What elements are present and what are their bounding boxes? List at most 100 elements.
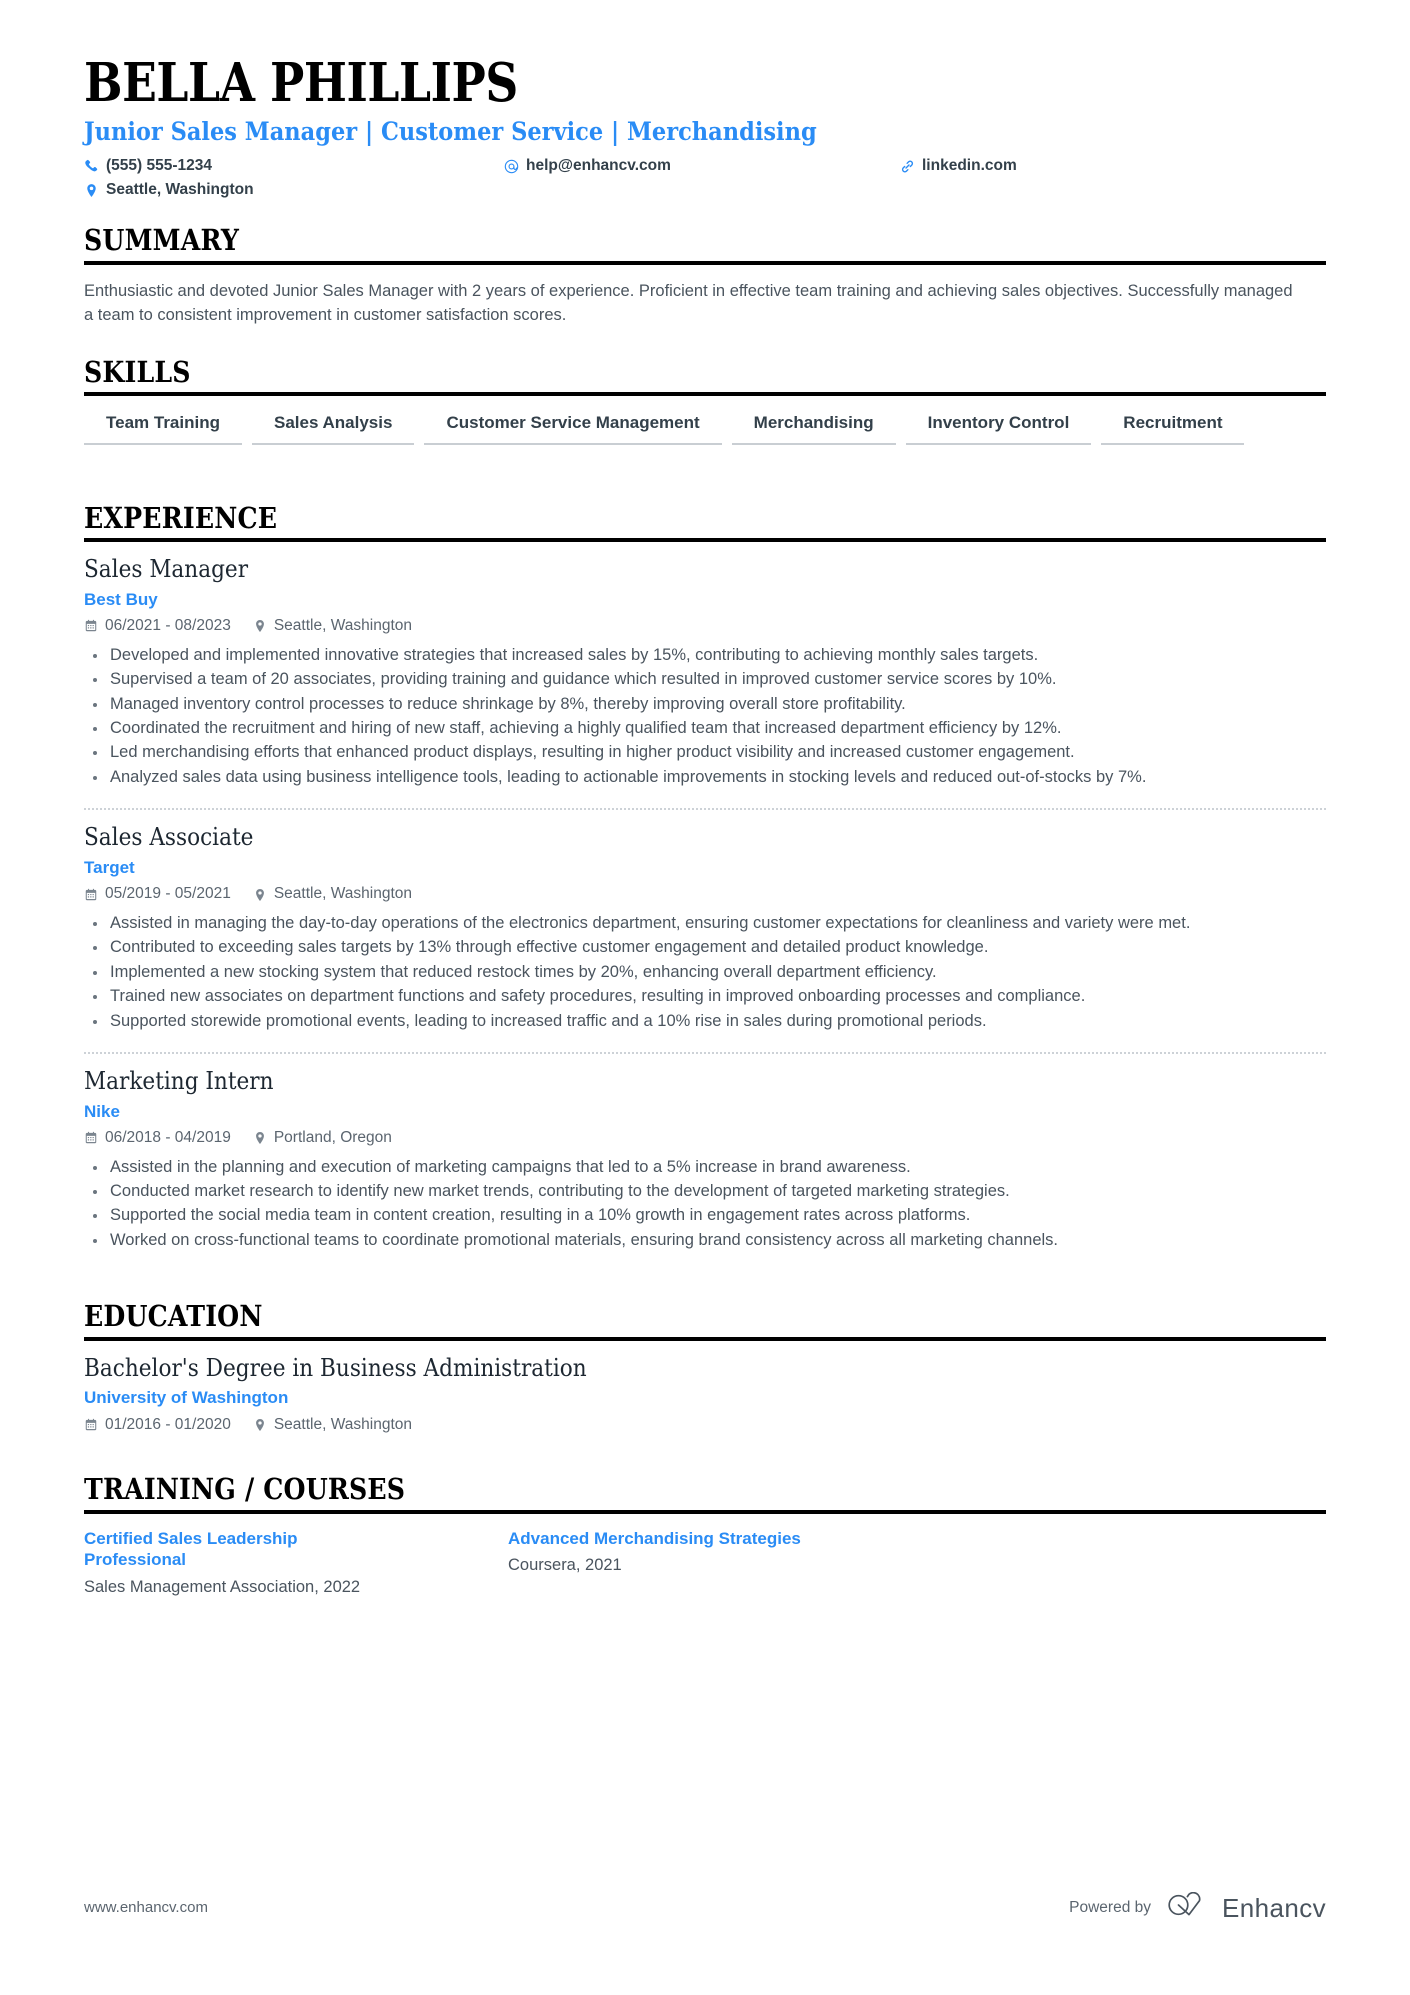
experience-entry: Marketing Intern Nike 06/2018 - 04/2019 … <box>84 1051 1326 1261</box>
contact-row-secondary: Seattle, Washington <box>84 181 1326 200</box>
experience-entry: Sales Manager Best Buy 06/2021 - 08/2023… <box>84 556 1326 798</box>
job-company[interactable]: Best Buy <box>84 590 1326 610</box>
course-entry: Certified Sales Leadership Professional … <box>84 1528 508 1598</box>
bullet-item: Led merchandising efforts that enhanced … <box>84 741 1325 764</box>
school-name[interactable]: University of Washington <box>84 1388 1326 1408</box>
job-location-text: Portland, Oregon <box>273 1128 392 1146</box>
experience-entry: Sales Associate Target 05/2019 - 05/2021… <box>84 808 1326 1042</box>
job-bullets: Developed and implemented innovative str… <box>84 644 1326 790</box>
phone-icon <box>84 159 99 174</box>
section-title-education: EDUCATION <box>84 1299 263 1334</box>
education-location-text: Seattle, Washington <box>273 1415 412 1433</box>
job-dates-text: 06/2018 - 04/2019 <box>105 1128 231 1146</box>
job-company[interactable]: Nike <box>84 1102 1326 1122</box>
job-dates: 06/2021 - 08/2023 <box>84 617 231 636</box>
job-title: Sales Manager <box>84 555 249 584</box>
job-bullets: Assisted in managing the day-to-day oper… <box>84 912 1326 1033</box>
education-location: Seattle, Washington <box>253 1416 412 1435</box>
bullet-item: Supervised a team of 20 associates, prov… <box>84 668 1325 691</box>
candidate-headline: Junior Sales Manager | Customer Service … <box>84 116 817 146</box>
education-entry: Bachelor's Degree in Business Administra… <box>84 1353 1326 1435</box>
section-divider <box>84 1336 1326 1341</box>
location-pin-icon <box>253 619 267 633</box>
job-meta: 06/2018 - 04/2019 Portland, Oregon <box>84 1129 1326 1148</box>
email-icon <box>504 159 519 174</box>
bullet-item: Analyzed sales data using business intel… <box>84 766 1325 789</box>
summary-text: Enthusiastic and devoted Junior Sales Ma… <box>84 281 1293 324</box>
contact-linkedin[interactable]: linkedin.com <box>900 157 1017 176</box>
section-title-training: TRAINING / COURSES <box>84 1472 406 1507</box>
contact-details: (555) 555-1234 help@enhancv.com linkedin… <box>84 157 1326 199</box>
calendar-icon <box>84 619 98 633</box>
skill-item: Sales Analysis <box>252 410 415 445</box>
job-meta: 05/2019 - 05/2021 Seattle, Washington <box>84 885 1326 904</box>
job-title: Marketing Intern <box>84 1066 274 1095</box>
contact-email[interactable]: help@enhancv.com <box>504 157 900 176</box>
location-pin-icon <box>253 1418 267 1432</box>
skills-list: Team Training Sales Analysis Customer Se… <box>84 410 1326 466</box>
calendar-icon <box>84 1131 98 1145</box>
location-pin-icon <box>253 1131 267 1145</box>
enhancv-wordmark: Enhancv <box>1222 1892 1326 1923</box>
section-title-experience: EXPERIENCE <box>84 500 278 535</box>
job-location: Seattle, Washington <box>253 885 412 904</box>
bullet-item: Trained new associates on department fun… <box>84 985 1325 1008</box>
section-title-skills: SKILLS <box>84 354 191 389</box>
bullet-item: Worked on cross-functional teams to coor… <box>84 1229 1325 1252</box>
skill-item: Recruitment <box>1101 410 1245 445</box>
course-name[interactable]: Advanced Merchandising Strategies <box>508 1528 808 1549</box>
section-divider <box>84 538 1326 543</box>
powered-by-label: Powered by <box>1069 1898 1152 1916</box>
section-summary: SUMMARY Enthusiastic and devoted Junior … <box>84 225 1326 327</box>
resume-header: BELLA PHILLIPS Junior Sales Manager | Cu… <box>84 52 1326 199</box>
section-divider <box>84 260 1326 265</box>
course-provider: Coursera, 2021 <box>508 1556 622 1575</box>
job-bullets: Assisted in the planning and execution o… <box>84 1156 1326 1253</box>
section-training: TRAINING / COURSES Certified Sales Leade… <box>84 1474 1326 1598</box>
skill-item: Customer Service Management <box>424 410 722 445</box>
section-experience: EXPERIENCE Sales Manager Best Buy 06/202… <box>84 500 1326 1262</box>
bullet-item: Coordinated the recruitment and hiring o… <box>84 717 1325 740</box>
job-dates-text: 06/2021 - 08/2023 <box>105 617 231 635</box>
bullet-item: Contributed to exceeding sales targets b… <box>84 936 1325 959</box>
job-company[interactable]: Target <box>84 858 1326 878</box>
bullet-item: Conducted market research to identify ne… <box>84 1180 1325 1203</box>
job-dates: 05/2019 - 05/2021 <box>84 885 231 904</box>
job-location: Portland, Oregon <box>253 1129 392 1148</box>
section-title-summary: SUMMARY <box>84 223 240 258</box>
contact-location-text: Seattle, Washington <box>106 180 254 198</box>
skill-item: Inventory Control <box>905 410 1092 445</box>
course-provider: Sales Management Association, 2022 <box>84 1577 361 1596</box>
resume-page: BELLA PHILLIPS Junior Sales Manager | Cu… <box>0 0 1410 1995</box>
job-location-text: Seattle, Washington <box>273 617 412 635</box>
education-meta: 01/2016 - 01/2020 Seattle, Washington <box>84 1416 1326 1435</box>
bullet-item: Assisted in managing the day-to-day oper… <box>84 912 1325 935</box>
degree-title: Bachelor's Degree in Business Administra… <box>84 1353 587 1382</box>
footer-url[interactable]: www.enhancv.com <box>84 1899 208 1916</box>
link-icon <box>900 159 915 174</box>
page-footer: www.enhancv.com Powered by Enhancv <box>84 1891 1326 1923</box>
bullet-item: Assisted in the planning and execution o… <box>84 1156 1325 1179</box>
section-skills: SKILLS Team Training Sales Analysis Cust… <box>84 354 1326 467</box>
enhancv-brand: Enhancv <box>1167 1891 1326 1923</box>
job-location: Seattle, Washington <box>253 617 412 636</box>
job-meta: 06/2021 - 08/2023 Seattle, Washington <box>84 617 1326 636</box>
contact-location: Seattle, Washington <box>84 181 504 200</box>
job-dates-text: 05/2019 - 05/2021 <box>105 885 231 903</box>
candidate-name: BELLA PHILLIPS <box>84 52 518 114</box>
contact-phone[interactable]: (555) 555-1234 <box>84 157 504 176</box>
bullet-item: Supported the social media team in conte… <box>84 1204 1325 1227</box>
skill-item: Merchandising <box>731 410 896 445</box>
contact-linkedin-text: linkedin.com <box>922 157 1017 175</box>
course-entry: Advanced Merchandising Strategies Course… <box>508 1528 932 1598</box>
bullet-item: Supported storewide promotional events, … <box>84 1010 1325 1033</box>
powered-by: Powered by Enhancv <box>1069 1891 1326 1923</box>
job-location-text: Seattle, Washington <box>273 885 412 903</box>
section-education: EDUCATION Bachelor's Degree in Business … <box>84 1301 1326 1434</box>
contact-email-text: help@enhancv.com <box>526 157 671 175</box>
job-dates: 06/2018 - 04/2019 <box>84 1129 231 1148</box>
bullet-item: Managed inventory control processes to r… <box>84 693 1325 716</box>
course-name[interactable]: Certified Sales Leadership Professional <box>84 1528 384 1571</box>
section-divider <box>84 392 1326 397</box>
contact-phone-text: (555) 555-1234 <box>106 157 212 175</box>
